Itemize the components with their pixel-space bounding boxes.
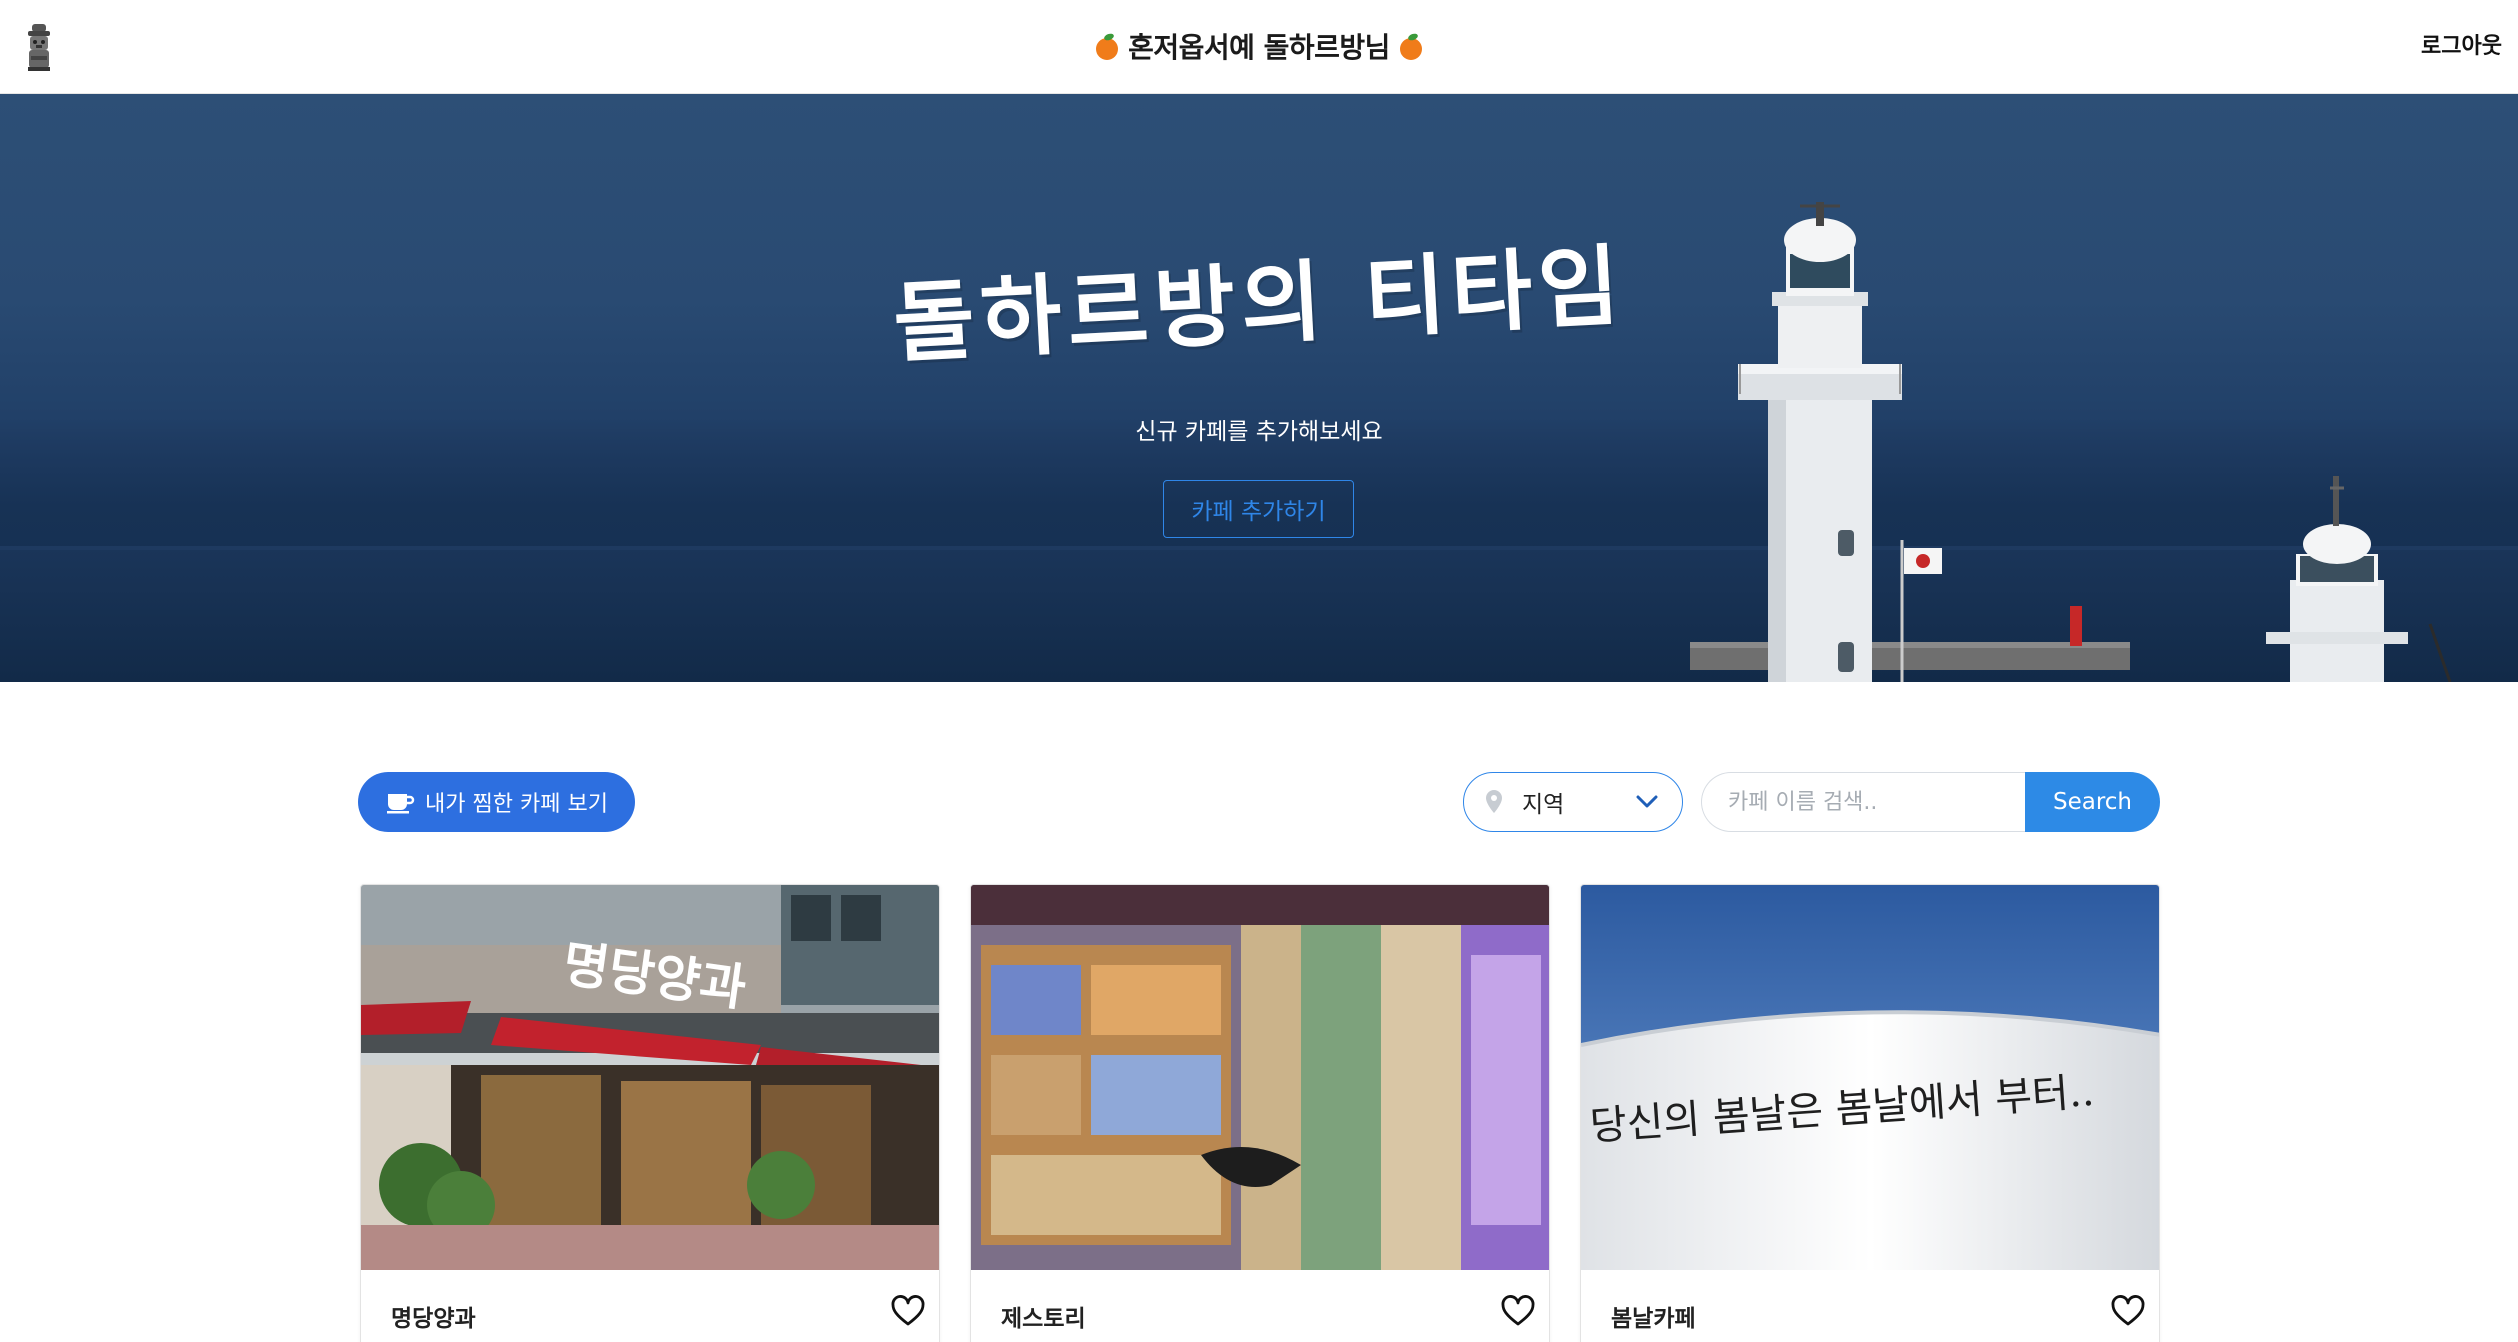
cafe-name[interactable]: 제스토리 [1001, 1299, 1086, 1333]
map-pin-icon [1486, 790, 1502, 813]
logout-link[interactable]: 로그아웃 [2421, 28, 2502, 60]
gift-shop-photo[interactable] [971, 885, 1550, 1270]
site-title-text: 혼저옵서예 돌하르방님 [1128, 31, 1390, 64]
top-navbar: 혼저옵서예 돌하르방님 로그아웃 [0, 0, 2518, 94]
region-selected-value: 지역 [1522, 792, 1565, 818]
coffee-cup-icon [387, 794, 415, 814]
cafe-name[interactable]: 봄날카페 [1611, 1299, 1696, 1333]
tangerine-icon [1399, 33, 1422, 60]
site-title: 혼저옵서예 돌하르방님 [0, 26, 2518, 66]
favorite-cafes-button[interactable]: 내가 찜한 카페 보기 [358, 772, 635, 832]
hero-banner: 돌하르방의 티타임 신규 카페를 추가해보세요 카페 추가하기 [0, 94, 2518, 682]
cafe-card[interactable]: 명당양과 명당양과 [360, 884, 940, 1342]
heart-icon[interactable] [891, 1295, 925, 1327]
cafe-card[interactable]: 제스토리 [970, 884, 1550, 1342]
search-button[interactable]: Search [2025, 772, 2160, 832]
hero-subtitle: 신규 카페를 추가해보세요 [1135, 419, 1383, 445]
cafe-search-form: Search [1701, 772, 2160, 832]
region-dropdown[interactable]: 지역 [1463, 772, 1683, 832]
cafe-card[interactable]: 당신의 봄날은 봄날에서 부터.. 봄날카페 [1580, 884, 2160, 1342]
heart-icon[interactable] [1501, 1295, 1535, 1327]
storefront-photo[interactable]: 명당양과 [361, 885, 940, 1270]
cafe-search-input[interactable] [1701, 772, 2025, 832]
favorite-cafes-label: 내가 찜한 카페 보기 [425, 792, 608, 817]
add-cafe-button[interactable]: 카페 추가하기 [1163, 480, 1354, 538]
heart-icon[interactable] [2111, 1295, 2145, 1327]
white-cup-photo[interactable]: 당신의 봄날은 봄날에서 부터.. [1581, 885, 2160, 1270]
cafe-name[interactable]: 명당양과 [391, 1299, 476, 1333]
tangerine-icon [1096, 33, 1119, 60]
chevron-down-icon [1636, 795, 1658, 808]
